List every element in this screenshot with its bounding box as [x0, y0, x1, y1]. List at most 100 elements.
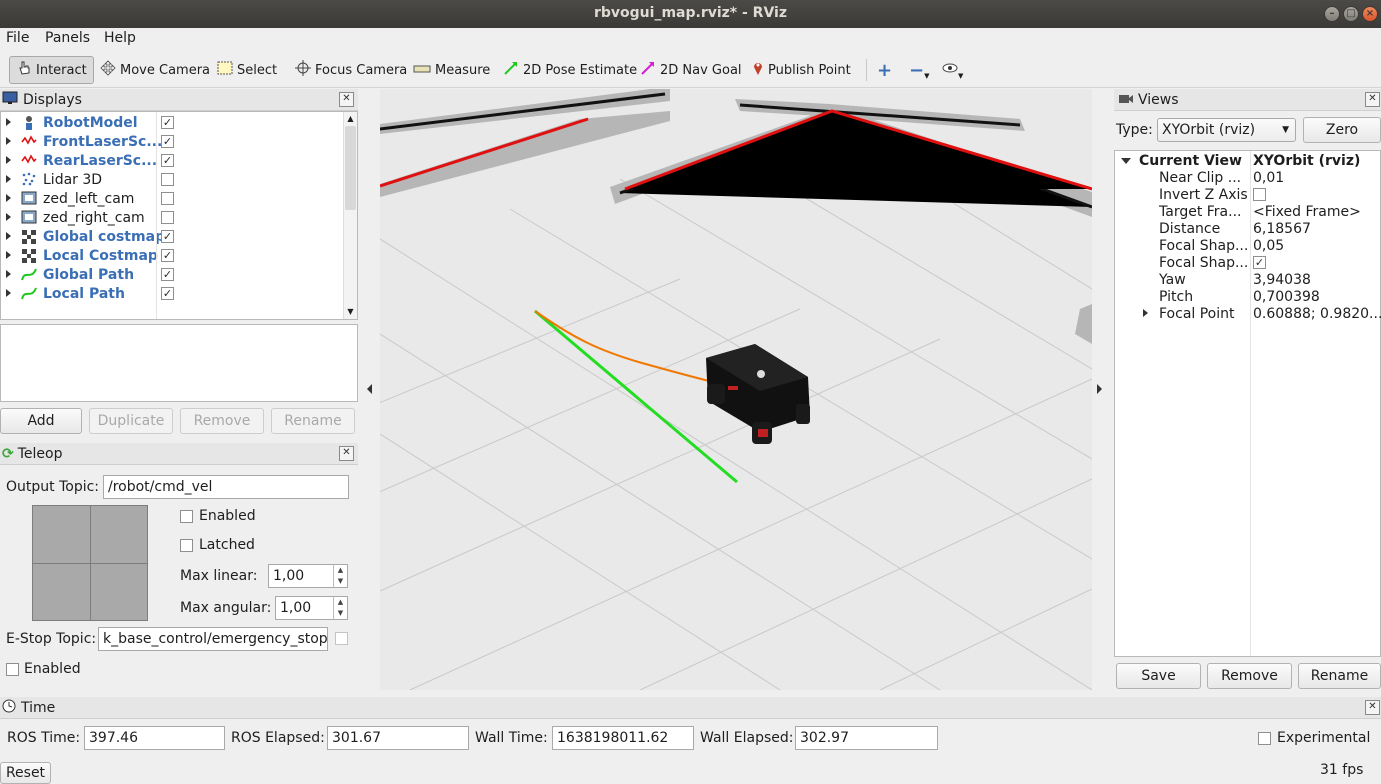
- ros-elapsed-field[interactable]: 301.67: [327, 726, 469, 750]
- view-property-row[interactable]: Target Fra... <Fixed Frame>: [1115, 203, 1380, 220]
- add-tool-button[interactable]: +: [877, 56, 892, 84]
- menu-help[interactable]: Help: [104, 30, 136, 46]
- expand-right-icon[interactable]: [6, 251, 11, 259]
- move-camera-tool[interactable]: Move Camera: [100, 56, 210, 84]
- expand-right-icon[interactable]: [1143, 309, 1148, 317]
- teleop-enabled-checkbox[interactable]: [180, 510, 193, 523]
- view-property-value[interactable]: 0,01: [1253, 170, 1284, 186]
- view-property-row[interactable]: Near Clip ... 0,01: [1115, 169, 1380, 186]
- view-type-select[interactable]: XYOrbit (rviz) ▼: [1157, 118, 1296, 142]
- output-topic-input[interactable]: /robot/cmd_vel: [103, 475, 349, 499]
- scroll-thumb[interactable]: [345, 126, 356, 210]
- display-row[interactable]: zed_left_cam: [1, 189, 341, 208]
- reset-button[interactable]: Reset: [0, 762, 51, 784]
- teleop-latched-checkbox[interactable]: [180, 539, 193, 552]
- display-row[interactable]: RobotModel ✓: [1, 113, 341, 132]
- expand-right-icon[interactable]: [6, 175, 11, 183]
- menu-file[interactable]: File: [6, 30, 29, 46]
- display-enabled-checkbox[interactable]: ✓: [161, 287, 174, 300]
- view-property-row[interactable]: Invert Z Axis: [1115, 186, 1380, 203]
- save-view-button[interactable]: Save: [1116, 663, 1201, 689]
- expand-right-icon[interactable]: [6, 270, 11, 278]
- duplicate-display-button[interactable]: Duplicate: [89, 408, 173, 434]
- display-enabled-checkbox[interactable]: ✓: [161, 116, 174, 129]
- collapse-right-icon[interactable]: [1097, 384, 1102, 394]
- view-property-value[interactable]: 0,05: [1253, 238, 1284, 254]
- view-property-value[interactable]: 3,94038: [1253, 272, 1311, 288]
- time-close-button[interactable]: ✕: [1365, 700, 1380, 715]
- visibility-tool-button[interactable]: ▼: [942, 56, 963, 84]
- spin-up-icon[interactable]: ▲: [334, 597, 347, 608]
- nav-goal-tool[interactable]: 2D Nav Goal: [640, 56, 742, 84]
- maximize-button[interactable]: □: [1343, 6, 1359, 22]
- render-3d-viewport[interactable]: [380, 89, 1092, 690]
- teleop-enabled2-checkbox[interactable]: [6, 663, 19, 676]
- expand-right-icon[interactable]: [6, 194, 11, 202]
- teleop-joystick-pad[interactable]: [32, 505, 148, 621]
- display-enabled-checkbox[interactable]: ✓: [161, 249, 174, 262]
- spin-up-icon[interactable]: ▲: [334, 565, 347, 576]
- wall-elapsed-field[interactable]: 302.97: [795, 726, 938, 750]
- expand-right-icon[interactable]: [6, 232, 11, 240]
- display-row[interactable]: Global costmap ✓: [1, 227, 341, 246]
- ros-time-field[interactable]: 397.46: [84, 726, 225, 750]
- display-row[interactable]: Local Costmap ✓: [1, 246, 341, 265]
- display-enabled-checkbox[interactable]: ✓: [161, 135, 174, 148]
- close-window-button[interactable]: ×: [1362, 6, 1378, 22]
- displays-scrollbar[interactable]: ▲ ▼: [343, 112, 357, 319]
- display-enabled-checkbox[interactable]: [161, 211, 174, 224]
- minimize-button[interactable]: –: [1324, 6, 1340, 22]
- expand-right-icon[interactable]: [6, 137, 11, 145]
- view-property-row[interactable]: Yaw 3,94038: [1115, 271, 1380, 288]
- display-row[interactable]: RearLaserSc... ✓: [1, 151, 341, 170]
- view-property-value[interactable]: 0,700398: [1253, 289, 1320, 305]
- max-linear-input[interactable]: 1,00 ▲ ▼: [268, 564, 348, 588]
- view-property-checkbox[interactable]: [1253, 188, 1266, 201]
- scroll-up-icon[interactable]: ▲: [344, 112, 357, 126]
- display-row[interactable]: Lidar 3D: [1, 170, 341, 189]
- estop-checkbox[interactable]: [335, 632, 348, 645]
- display-row[interactable]: FrontLaserSc... ✓: [1, 132, 341, 151]
- spin-down-icon[interactable]: ▼: [334, 608, 347, 619]
- views-close-button[interactable]: ✕: [1365, 92, 1380, 107]
- spin-down-icon[interactable]: ▼: [334, 576, 347, 587]
- view-property-value[interactable]: 6,18567: [1253, 221, 1311, 237]
- measure-tool[interactable]: Measure: [413, 56, 490, 84]
- experimental-checkbox[interactable]: [1258, 732, 1271, 745]
- display-row[interactable]: zed_right_cam: [1, 208, 341, 227]
- max-angular-input[interactable]: 1,00 ▲ ▼: [275, 596, 348, 620]
- wall-time-field[interactable]: 1638198011.62: [552, 726, 694, 750]
- expand-right-icon[interactable]: [6, 156, 11, 164]
- rename-display-button[interactable]: Rename: [271, 408, 355, 434]
- pose-estimate-tool[interactable]: 2D Pose Estimate: [503, 56, 637, 84]
- expand-right-icon[interactable]: [6, 213, 11, 221]
- zero-button[interactable]: Zero: [1303, 117, 1381, 143]
- remove-display-button[interactable]: Remove: [180, 408, 264, 434]
- interact-tool[interactable]: Interact: [9, 56, 94, 84]
- display-enabled-checkbox[interactable]: [161, 173, 174, 186]
- estop-topic-input[interactable]: k_base_control/emergency_stop: [98, 627, 328, 651]
- display-enabled-checkbox[interactable]: ✓: [161, 154, 174, 167]
- add-display-button[interactable]: Add: [0, 408, 82, 434]
- view-property-row[interactable]: Pitch 0,700398: [1115, 288, 1380, 305]
- focus-camera-tool[interactable]: Focus Camera: [295, 56, 407, 84]
- view-property-row[interactable]: Focal Point 0.60888; 0.9820...: [1115, 305, 1381, 322]
- expand-right-icon[interactable]: [6, 289, 11, 297]
- publish-point-tool[interactable]: Publish Point: [752, 56, 851, 84]
- display-enabled-checkbox[interactable]: ✓: [161, 268, 174, 281]
- view-property-checkbox[interactable]: ✓: [1253, 256, 1266, 269]
- view-property-row[interactable]: Distance 6,18567: [1115, 220, 1380, 237]
- display-enabled-checkbox[interactable]: ✓: [161, 230, 174, 243]
- rename-view-button[interactable]: Rename: [1298, 663, 1381, 689]
- display-enabled-checkbox[interactable]: [161, 192, 174, 205]
- remove-view-button[interactable]: Remove: [1207, 663, 1292, 689]
- teleop-close-button[interactable]: ✕: [339, 446, 354, 461]
- menu-panels[interactable]: Panels: [45, 30, 90, 46]
- displays-close-button[interactable]: ✕: [339, 92, 354, 107]
- view-property-value[interactable]: <Fixed Frame>: [1253, 204, 1361, 220]
- max-linear-spinner[interactable]: ▲ ▼: [333, 565, 347, 587]
- remove-tool-button[interactable]: − ▼: [909, 56, 929, 84]
- max-angular-spinner[interactable]: ▲ ▼: [333, 597, 347, 619]
- collapse-left-icon[interactable]: [367, 384, 372, 394]
- expand-right-icon[interactable]: [6, 118, 11, 126]
